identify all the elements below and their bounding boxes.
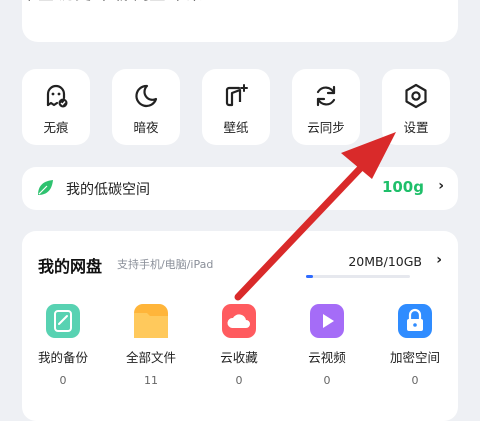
disk-item-count: 0 (59, 374, 67, 387)
tile-cloud-sync[interactable]: 云同步 (292, 69, 360, 145)
storage-progress-bar (306, 275, 410, 278)
disk-item-all-files[interactable]: 全部文件 11 (116, 304, 186, 387)
cloud-favorite-icon (222, 304, 256, 338)
disk-item-count: 0 (235, 374, 243, 387)
tile-incognito[interactable]: 无痕 (22, 69, 90, 145)
low-carbon-title: 我的低碳空间 (66, 182, 150, 198)
tile-label: 设置 (403, 120, 429, 135)
disk-item-label: 全部文件 (125, 350, 176, 365)
leaf-icon (38, 180, 53, 195)
tile-label: 壁纸 (223, 120, 249, 135)
lock-icon (398, 304, 432, 338)
disk-item-label: 云视频 (308, 350, 346, 365)
downloads-link[interactable]: 下载 (96, 0, 128, 3)
chevron-right-icon[interactable]: › (436, 252, 442, 268)
backup-icon (46, 304, 80, 338)
cloud-video-icon (310, 304, 344, 338)
low-carbon-row[interactable]: 我的低碳空间 100g › (22, 167, 458, 210)
tile-wallpaper[interactable]: 壁纸 (202, 69, 270, 145)
wallpaper-icon (225, 84, 248, 107)
settings-icon (405, 83, 427, 109)
disk-item-label: 我的备份 (37, 350, 88, 365)
cloud-disk-subtitle: 支持手机/电脑/iPad (117, 258, 214, 271)
moon-icon (135, 84, 158, 108)
storage-progress-fill (306, 275, 314, 278)
disk-item-count: 0 (411, 374, 419, 387)
tile-dark-mode[interactable]: 暗夜 (112, 69, 180, 145)
folder-icon (134, 304, 168, 338)
sync-icon (316, 85, 336, 107)
chevron-right-icon: › (438, 178, 444, 194)
disk-item-label: 云收藏 (220, 350, 258, 365)
cloud-disk-link[interactable]: 网盘 (133, 0, 165, 3)
disk-item-cloud-video[interactable]: 云视频 0 (292, 304, 362, 387)
bookshelf-link[interactable]: 书架 (170, 0, 202, 3)
disk-item-count: 0 (323, 374, 331, 387)
history-link[interactable]: 历史 (59, 0, 91, 3)
tile-label: 无痕 (43, 120, 69, 135)
disk-item-count: 11 (144, 374, 158, 387)
storage-usage[interactable]: 20MB/10GB (348, 254, 422, 269)
cloud-disk-card: 我的网盘 支持手机/电脑/iPad 20MB/10GB › 我的备份 0 全部文… (22, 231, 458, 421)
disk-item-label: 加密空间 (389, 350, 440, 365)
top-shortcuts-card: 书签 历史 下载 网盘 书架 (22, 0, 458, 42)
disk-item-backup[interactable]: 我的备份 0 (28, 304, 98, 387)
bookmarks-link[interactable]: 书签 (22, 0, 54, 3)
disk-item-encrypted-space[interactable]: 加密空间 0 (380, 304, 450, 387)
low-carbon-value: 100g (381, 178, 424, 196)
ghost-icon (46, 84, 68, 108)
tile-label: 云同步 (307, 120, 345, 135)
tile-settings[interactable]: 设置 (382, 69, 450, 145)
disk-item-cloud-favorites[interactable]: 云收藏 0 (204, 304, 274, 387)
tile-label: 暗夜 (133, 120, 159, 135)
cloud-disk-title: 我的网盘 (38, 257, 103, 276)
